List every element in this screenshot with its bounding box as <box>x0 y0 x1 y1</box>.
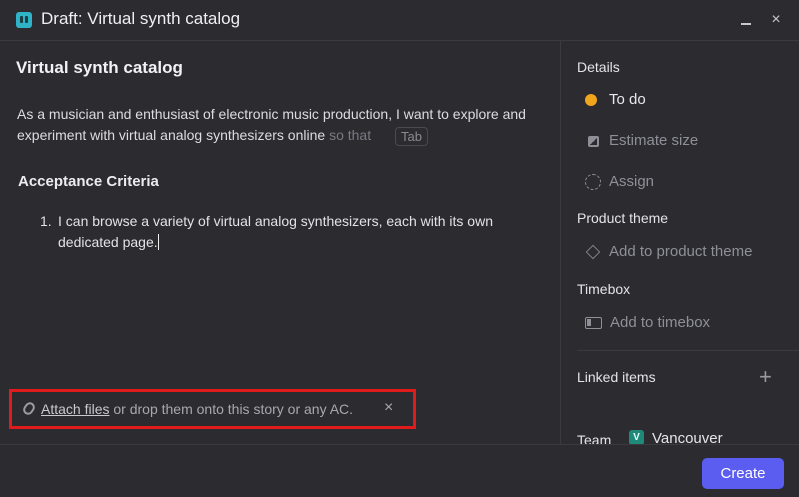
status-value: To do <box>609 91 646 108</box>
timebox-label: Timebox <box>577 281 631 297</box>
product-theme-label: Product theme <box>577 210 669 226</box>
tab-key-hint: Tab <box>394 126 428 146</box>
details-sidebar: Details To do Estimate size Assign Produ… <box>561 42 799 444</box>
attach-files-link[interactable]: Attach files <box>41 401 109 417</box>
linked-items-label: Linked items <box>577 369 656 385</box>
attach-files-text: Attach files or drop them onto this stor… <box>41 401 353 417</box>
title-bar: Draft: Virtual synth catalog × <box>0 0 799 41</box>
status-dot-icon <box>585 94 597 106</box>
story-title[interactable]: Virtual synth catalog <box>16 58 183 78</box>
criterion-number: 1. <box>40 213 52 229</box>
team-name[interactable]: Vancouver <box>652 430 723 444</box>
story-editor: Virtual synth catalog As a musician and … <box>0 42 560 444</box>
story-description[interactable]: As a musician and enthusiast of electron… <box>17 104 537 146</box>
dismiss-attach-icon[interactable]: × <box>384 399 393 417</box>
timebox-icon <box>585 317 602 329</box>
autocomplete-suggestion: so that <box>329 127 372 143</box>
team-avatar: V <box>629 430 644 444</box>
team-label: Team <box>577 432 612 444</box>
attach-files-banner: Attach files or drop them onto this stor… <box>9 389 416 429</box>
sidebar-divider <box>577 350 799 351</box>
assignee-placeholder-icon <box>585 174 601 190</box>
attach-files-hint: or drop them onto this story or any AC. <box>109 401 354 417</box>
cube-icon <box>585 244 601 260</box>
description-text: As a musician and enthusiast of electron… <box>17 106 526 143</box>
add-timebox-label: Add to timebox <box>610 314 711 331</box>
paperclip-icon <box>21 400 37 417</box>
details-label: Details <box>577 59 620 75</box>
window-title: Draft: Virtual synth catalog <box>41 9 241 28</box>
criterion-text-content: I can browse a variety of virtual analog… <box>58 213 493 250</box>
close-icon[interactable]: × <box>766 10 786 30</box>
list-item[interactable]: 1. I can browse a variety of virtual ana… <box>40 211 510 253</box>
estimate-icon <box>588 136 599 147</box>
estimate-size-label: Estimate size <box>609 132 699 149</box>
assign-label: Assign <box>609 173 655 190</box>
book-icon <box>16 12 32 28</box>
dialog-footer: Create <box>0 444 799 497</box>
add-product-theme-label: Add to product theme <box>609 243 753 260</box>
criterion-text[interactable]: I can browse a variety of virtual analog… <box>40 211 510 253</box>
create-button[interactable]: Create <box>702 458 784 489</box>
add-linked-item-icon[interactable]: + <box>759 366 772 388</box>
acceptance-criteria-list: 1. I can browse a variety of virtual ana… <box>40 211 510 253</box>
acceptance-criteria-heading: Acceptance Criteria <box>18 173 159 190</box>
minimize-icon[interactable] <box>736 10 756 30</box>
text-cursor <box>157 234 159 250</box>
